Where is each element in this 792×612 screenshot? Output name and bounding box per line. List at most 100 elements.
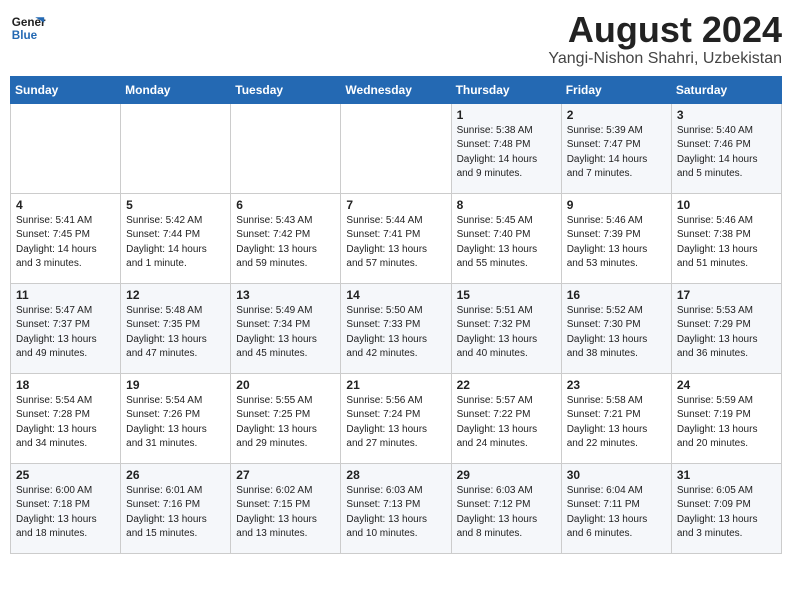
day-info: Sunrise: 6:04 AM Sunset: 7:11 PM Dayligh… <box>567 484 666 542</box>
calendar-cell: 1 Sunrise: 5:38 AM Sunset: 7:48 PM Daylig… <box>451 103 561 193</box>
day-number: 16 <box>567 288 666 302</box>
calendar-cell: 9 Sunrise: 5:46 AM Sunset: 7:39 PM Daylig… <box>561 193 671 283</box>
calendar-week-4: 18 Sunrise: 5:54 AM Sunset: 7:28 PM Dayli… <box>11 373 782 463</box>
calendar-cell: 30Sunrise: 6:04 AM Sunset: 7:11 PM Dayli… <box>561 463 671 553</box>
calendar-cell: 31 Sunrise: 6:05 AM Sunset: 7:09 PM Dayli… <box>671 463 781 553</box>
day-info: Sunrise: 6:05 AM Sunset: 7:09 PM Dayligh… <box>677 484 776 542</box>
header-sunday: Sunday <box>11 76 121 103</box>
page-header: General Blue August 2024 Yangi-Nishon Sh… <box>10 10 782 68</box>
calendar-week-3: 11Sunrise: 5:47 AM Sunset: 7:37 PM Dayli… <box>11 283 782 373</box>
day-number: 15 <box>457 288 556 302</box>
day-info: Sunrise: 5:46 AM Sunset: 7:39 PM Dayligh… <box>567 214 666 272</box>
day-info: Sunrise: 6:03 AM Sunset: 7:12 PM Dayligh… <box>457 484 556 542</box>
day-number: 5 <box>126 198 225 212</box>
day-info: Sunrise: 5:42 AM Sunset: 7:44 PM Dayligh… <box>126 214 225 272</box>
day-info: Sunrise: 5:52 AM Sunset: 7:30 PM Dayligh… <box>567 304 666 362</box>
logo: General Blue <box>10 10 46 46</box>
day-info: Sunrise: 5:46 AM Sunset: 7:38 PM Dayligh… <box>677 214 776 272</box>
calendar-header: SundayMondayTuesdayWednesdayThursdayFrid… <box>11 76 782 103</box>
day-info: Sunrise: 5:53 AM Sunset: 7:29 PM Dayligh… <box>677 304 776 362</box>
day-number: 3 <box>677 108 776 122</box>
day-info: Sunrise: 5:44 AM Sunset: 7:41 PM Dayligh… <box>346 214 445 272</box>
calendar-cell <box>121 103 231 193</box>
header-monday: Monday <box>121 76 231 103</box>
calendar-cell: 24 Sunrise: 5:59 AM Sunset: 7:19 PM Dayli… <box>671 373 781 463</box>
calendar-cell <box>341 103 451 193</box>
day-info: Sunrise: 6:00 AM Sunset: 7:18 PM Dayligh… <box>16 484 115 542</box>
day-info: Sunrise: 5:38 AM Sunset: 7:48 PM Dayligh… <box>457 124 556 182</box>
calendar-cell: 27 Sunrise: 6:02 AM Sunset: 7:15 PM Dayli… <box>231 463 341 553</box>
day-info: Sunrise: 5:51 AM Sunset: 7:32 PM Dayligh… <box>457 304 556 362</box>
header-wednesday: Wednesday <box>341 76 451 103</box>
day-info: Sunrise: 5:54 AM Sunset: 7:28 PM Dayligh… <box>16 394 115 452</box>
day-info: Sunrise: 5:59 AM Sunset: 7:19 PM Dayligh… <box>677 394 776 452</box>
calendar-cell: 19 Sunrise: 5:54 AM Sunset: 7:26 PM Dayli… <box>121 373 231 463</box>
day-info: Sunrise: 5:39 AM Sunset: 7:47 PM Dayligh… <box>567 124 666 182</box>
calendar-cell: 22 Sunrise: 5:57 AM Sunset: 7:22 PM Dayli… <box>451 373 561 463</box>
header-saturday: Saturday <box>671 76 781 103</box>
calendar-week-2: 4Sunrise: 5:41 AM Sunset: 7:45 PM Daylig… <box>11 193 782 283</box>
day-number: 18 <box>16 378 115 392</box>
day-number: 26 <box>126 468 225 482</box>
day-info: Sunrise: 5:47 AM Sunset: 7:37 PM Dayligh… <box>16 304 115 362</box>
day-number: 14 <box>346 288 445 302</box>
calendar-cell: 18 Sunrise: 5:54 AM Sunset: 7:28 PM Dayli… <box>11 373 121 463</box>
day-info: Sunrise: 5:50 AM Sunset: 7:33 PM Dayligh… <box>346 304 445 362</box>
day-number: 13 <box>236 288 335 302</box>
day-number: 4 <box>16 198 115 212</box>
svg-text:Blue: Blue <box>12 29 38 42</box>
calendar-cell: 17 Sunrise: 5:53 AM Sunset: 7:29 PM Dayli… <box>671 283 781 373</box>
day-number: 1 <box>457 108 556 122</box>
day-info: Sunrise: 6:02 AM Sunset: 7:15 PM Dayligh… <box>236 484 335 542</box>
day-info: Sunrise: 5:58 AM Sunset: 7:21 PM Dayligh… <box>567 394 666 452</box>
logo-icon: General Blue <box>10 10 46 46</box>
calendar-cell: 16 Sunrise: 5:52 AM Sunset: 7:30 PM Dayli… <box>561 283 671 373</box>
calendar-cell: 12 Sunrise: 5:48 AM Sunset: 7:35 PM Dayli… <box>121 283 231 373</box>
location-title: Yangi-Nishon Shahri, Uzbekistan <box>548 50 782 68</box>
calendar-cell: 29 Sunrise: 6:03 AM Sunset: 7:12 PM Dayli… <box>451 463 561 553</box>
day-number: 24 <box>677 378 776 392</box>
calendar-cell: 13 Sunrise: 5:49 AM Sunset: 7:34 PM Dayli… <box>231 283 341 373</box>
calendar-cell: 15 Sunrise: 5:51 AM Sunset: 7:32 PM Dayli… <box>451 283 561 373</box>
title-block: August 2024 Yangi-Nishon Shahri, Uzbekis… <box>548 10 782 68</box>
day-info: Sunrise: 5:49 AM Sunset: 7:34 PM Dayligh… <box>236 304 335 362</box>
day-number: 23 <box>567 378 666 392</box>
day-number: 27 <box>236 468 335 482</box>
day-info: Sunrise: 6:01 AM Sunset: 7:16 PM Dayligh… <box>126 484 225 542</box>
calendar-cell: 5 Sunrise: 5:42 AM Sunset: 7:44 PM Daylig… <box>121 193 231 283</box>
calendar-cell: 7 Sunrise: 5:44 AM Sunset: 7:41 PM Daylig… <box>341 193 451 283</box>
header-friday: Friday <box>561 76 671 103</box>
calendar-cell: 2 Sunrise: 5:39 AM Sunset: 7:47 PM Daylig… <box>561 103 671 193</box>
day-number: 9 <box>567 198 666 212</box>
calendar-cell: 21Sunrise: 5:56 AM Sunset: 7:24 PM Dayli… <box>341 373 451 463</box>
day-info: Sunrise: 5:54 AM Sunset: 7:26 PM Dayligh… <box>126 394 225 452</box>
day-number: 28 <box>346 468 445 482</box>
day-number: 31 <box>677 468 776 482</box>
day-number: 21 <box>346 378 445 392</box>
calendar-cell: 4Sunrise: 5:41 AM Sunset: 7:45 PM Daylig… <box>11 193 121 283</box>
day-number: 7 <box>346 198 445 212</box>
day-info: Sunrise: 6:03 AM Sunset: 7:13 PM Dayligh… <box>346 484 445 542</box>
day-number: 12 <box>126 288 225 302</box>
day-info: Sunrise: 5:48 AM Sunset: 7:35 PM Dayligh… <box>126 304 225 362</box>
day-number: 22 <box>457 378 556 392</box>
calendar-cell: 8Sunrise: 5:45 AM Sunset: 7:40 PM Daylig… <box>451 193 561 283</box>
calendar-week-1: 1 Sunrise: 5:38 AM Sunset: 7:48 PM Daylig… <box>11 103 782 193</box>
day-number: 2 <box>567 108 666 122</box>
calendar-cell: 10 Sunrise: 5:46 AM Sunset: 7:38 PM Dayli… <box>671 193 781 283</box>
day-number: 6 <box>236 198 335 212</box>
day-info: Sunrise: 5:45 AM Sunset: 7:40 PM Dayligh… <box>457 214 556 272</box>
day-number: 19 <box>126 378 225 392</box>
header-thursday: Thursday <box>451 76 561 103</box>
day-number: 29 <box>457 468 556 482</box>
day-info: Sunrise: 5:57 AM Sunset: 7:22 PM Dayligh… <box>457 394 556 452</box>
calendar-body: 1 Sunrise: 5:38 AM Sunset: 7:48 PM Daylig… <box>11 103 782 553</box>
day-info: Sunrise: 5:55 AM Sunset: 7:25 PM Dayligh… <box>236 394 335 452</box>
day-number: 10 <box>677 198 776 212</box>
calendar-cell: 14 Sunrise: 5:50 AM Sunset: 7:33 PM Dayli… <box>341 283 451 373</box>
month-title: August 2024 <box>548 10 782 50</box>
day-number: 17 <box>677 288 776 302</box>
header-tuesday: Tuesday <box>231 76 341 103</box>
calendar-cell: 3Sunrise: 5:40 AM Sunset: 7:46 PM Daylig… <box>671 103 781 193</box>
calendar-cell: 11Sunrise: 5:47 AM Sunset: 7:37 PM Dayli… <box>11 283 121 373</box>
